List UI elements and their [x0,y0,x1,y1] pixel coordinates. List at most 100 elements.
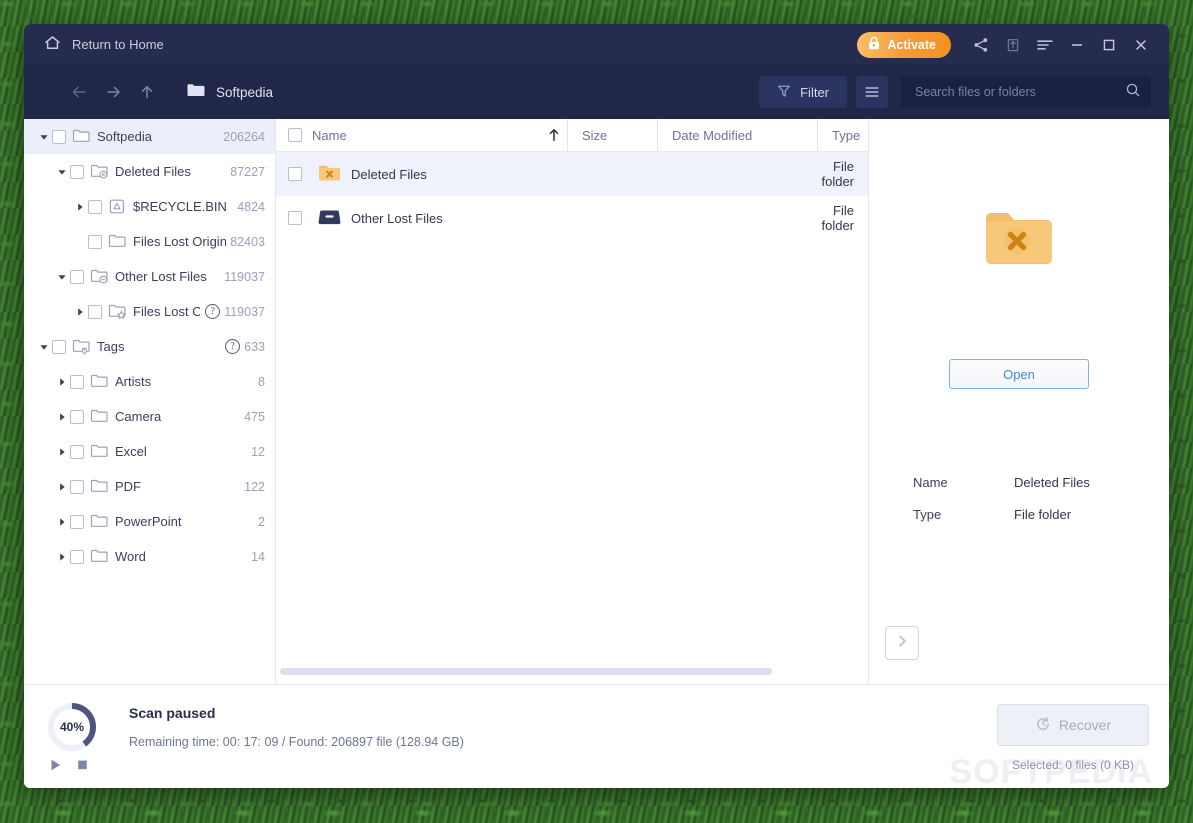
menu-icon[interactable] [1029,29,1061,61]
tree-checkbox[interactable] [70,479,84,494]
preview-expand-button[interactable] [885,626,919,660]
tree-caret[interactable] [36,129,52,145]
tree-checkbox[interactable] [70,409,84,424]
tree-caret[interactable] [54,549,70,565]
column-header-size[interactable]: Size [567,119,657,151]
file-name-cell: Other Lost Files [276,206,597,230]
preview-panel: Open Name Deleted Files Type File folder [869,119,1169,684]
help-icon[interactable]: ? [225,339,241,354]
table-row[interactable]: Other Lost Files File folder [276,196,868,240]
tree-item-label: PowerPoint [115,514,182,529]
tree-item-powerpoint[interactable]: PowerPoint 2 [24,504,275,539]
activate-button[interactable]: Activate [857,31,951,58]
tree-caret[interactable] [72,199,88,215]
tree-checkbox[interactable] [88,304,102,319]
file-list-body[interactable]: Deleted Files File folder Other Lost Files… [276,152,868,684]
horizontal-scrollbar[interactable] [276,668,868,678]
tree-item-deleted-files[interactable]: Deleted Files 87227 [24,154,275,189]
recover-button[interactable]: Recover [997,704,1149,746]
return-to-home-button[interactable]: Return to Home [38,31,170,59]
back-button[interactable] [62,75,96,109]
tree-checkbox[interactable] [70,269,84,284]
tree-checkbox[interactable] [70,549,84,564]
tree-caret[interactable] [54,164,70,180]
share-icon[interactable] [965,29,997,61]
tree-item-tags[interactable]: Tags? 633 [24,329,275,364]
tree-caret[interactable] [54,514,70,530]
property-value: File folder [1014,507,1072,522]
tree-checkbox[interactable] [52,129,66,144]
sort-indicator[interactable] [541,119,567,151]
navigation-toolbar: Softpedia Filter [24,65,1169,119]
folder-icon [90,513,112,531]
folder-tree-sidebar[interactable]: Softpedia 206264 Deleted Files 87227 $RECYCL… [24,119,276,684]
tree-checkbox[interactable] [70,514,84,529]
tree-caret[interactable] [36,339,52,355]
tree-item-label: Artists [115,374,152,389]
row-checkbox[interactable] [288,167,302,181]
search-box[interactable] [901,76,1151,108]
tree-caret[interactable] [54,479,70,495]
close-icon[interactable] [1125,29,1157,61]
tree-item-label: Softpedia [97,129,152,144]
tree-caret[interactable] [54,374,70,390]
file-name-label: Other Lost Files [351,210,443,226]
folder-icon [108,233,130,251]
tree-checkbox[interactable] [70,444,84,459]
tree-caret[interactable] [54,409,70,425]
tree-item-softpedia[interactable]: Softpedia 206264 [24,119,275,154]
column-header-type[interactable]: Type [817,119,868,151]
search-input[interactable] [915,85,1125,99]
tree-item-pdf[interactable]: PDF 122 [24,469,275,504]
tree-item-count: 8 [258,374,265,389]
tree-checkbox[interactable] [70,374,84,389]
row-checkbox[interactable] [288,211,302,225]
tree-item-other-lost-files[interactable]: Other Lost Files 119037 [24,259,275,294]
search-icon[interactable] [1125,82,1141,103]
selected-files-label: Selected: 0 files (0 KB) [1011,758,1135,772]
property-row: Name Deleted Files [913,475,1169,490]
column-header-name[interactable]: Name [276,119,541,151]
tree-item-label: Excel [115,444,147,459]
forward-button[interactable] [96,75,130,109]
main-content: Softpedia 206264 Deleted Files 87227 $RECYCL… [24,119,1169,684]
tree-caret[interactable] [54,269,70,285]
tree-item-files-lost-original-di[interactable]: Files Lost Original Di…82403 [24,224,275,259]
table-row[interactable]: Deleted Files File folder [276,152,868,196]
tree-checkbox[interactable] [70,164,84,179]
tree-checkbox[interactable] [88,234,102,249]
tree-checkbox[interactable] [88,199,102,214]
maximize-icon[interactable] [1093,29,1125,61]
tree-caret[interactable] [72,234,88,250]
tree-item-excel[interactable]: Excel 12 [24,434,275,469]
breadcrumb[interactable]: Softpedia [186,82,273,103]
property-key: Type [913,507,942,522]
tree-caret[interactable] [72,304,88,320]
tree-item-label: PDF [115,479,141,494]
export-icon[interactable] [997,29,1029,61]
view-mode-button[interactable] [856,76,888,108]
column-header-date-modified[interactable]: Date Modified [657,119,817,151]
help-icon[interactable]: ? [205,304,221,319]
tree-item-recycle-bin[interactable]: $RECYCLE.BIN 4824 [24,189,275,224]
file-name-cell: Deleted Files [276,162,597,186]
tree-checkbox[interactable] [52,339,66,354]
tree-caret[interactable] [54,444,70,460]
tree-item-camera[interactable]: Camera 475 [24,399,275,434]
tree-item-files-lost-origi[interactable]: Files Lost Origi…?119037 [24,294,275,329]
minimize-icon[interactable] [1061,29,1093,61]
tree-item-count: 2 [258,514,265,529]
home-icon [44,35,61,55]
up-button[interactable] [130,75,164,109]
select-all-checkbox[interactable] [288,128,302,142]
horizontal-scrollbar-thumb[interactable] [280,668,772,675]
tree-item-word[interactable]: Word 14 [24,539,275,574]
stop-icon[interactable] [76,758,89,777]
filter-label: Filter [800,84,829,100]
preview-folder-deleted-orange-icon [869,204,1169,270]
drive-icon [317,206,342,230]
open-button[interactable]: Open [949,359,1089,389]
play-icon[interactable] [49,758,62,777]
filter-button[interactable]: Filter [759,76,847,108]
tree-item-artists[interactable]: Artists 8 [24,364,275,399]
